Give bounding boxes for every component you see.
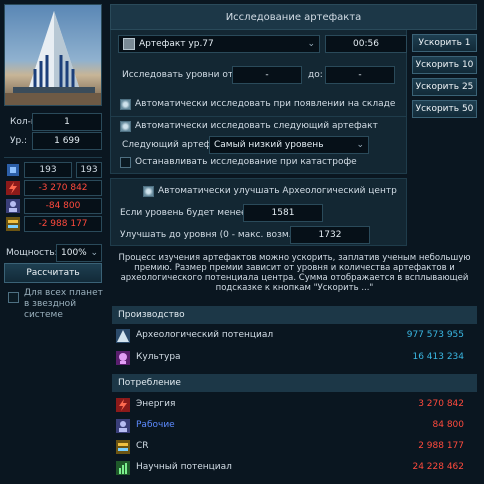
consumption-row: Научный потенциал 24 228 462 [112,457,477,479]
auto-next-label: Автоматически исследовать следующий арте… [135,121,378,131]
cr-value: -2 988 177 [24,216,102,232]
next-artifact-value: Самый низкий уровень [214,140,324,150]
levels-from-input[interactable]: - [232,66,302,84]
count-field: 1 [32,113,102,131]
energy-icon [116,398,130,412]
levels-to-input[interactable]: - [325,66,395,84]
stop-on-disaster-label: Останавливать исследование при катастроф… [135,157,357,167]
building-image [4,4,102,106]
consumption-name: CR [136,441,149,451]
levels-from-label: Исследовать уровни от: [122,70,237,80]
res-b-value: 193 [76,162,102,178]
speedup-50-button[interactable]: Ускорить 50 [412,100,477,118]
artifact-icon [123,38,135,50]
res-a-value: 193 [24,162,72,178]
culture-icon [116,351,130,365]
consumption-value: 24 228 462 [412,462,464,472]
energy-value: -3 270 842 [24,180,102,196]
puzzle-icon [6,163,20,177]
upgrade-to-label: Улучшать до уровня (0 - макс. возм.): [120,230,299,240]
artifact-name: Артефакт ур.77 [139,39,214,49]
workers-value: -84 800 [24,198,102,214]
consumption-row: Энергия 3 270 842 [112,394,477,416]
production-row: Археологический потенциал 977 573 955 [112,325,477,347]
all-planets-checkbox[interactable] [8,292,19,303]
stop-on-disaster-checkbox[interactable] [120,157,131,168]
science-icon [116,461,130,475]
energy-row: -3 270 842 [4,180,102,196]
consumption-value: 2 988 177 [418,441,464,451]
production-name: Культура [136,352,181,362]
production-row: Культура 16 413 234 [112,347,477,369]
chevron-down-icon: ⌄ [356,140,364,150]
artifact-select[interactable]: Артефакт ур.77 ⌄ [118,35,320,53]
consumption-header: Потребление [112,374,477,392]
consumption-name: Научный потенциал [136,462,232,472]
res-pair-row: 193 193 [4,162,102,178]
production-value: 977 573 955 [406,330,464,340]
power-value: 100% [61,248,87,258]
next-artifact-select[interactable]: Самый низкий уровень ⌄ [209,136,369,154]
archaeology-icon [116,329,130,343]
auto-upgrade-label: Автоматически улучшать Археологический ц… [158,186,397,196]
energy-icon [6,181,20,195]
consumption-value: 84 800 [432,420,465,430]
cr-row: -2 988 177 [4,216,102,232]
speedup-1-button[interactable]: Ускорить 1 [412,34,477,52]
speedup-25-button[interactable]: Ускорить 25 [412,78,477,96]
speedup-10-button[interactable]: Ускорить 10 [412,56,477,74]
consumption-row: CR 2 988 177 [112,436,477,458]
workers-row: -84 800 [4,198,102,214]
auto-next-checkbox[interactable] [120,121,131,132]
auto-on-arrival-checkbox[interactable] [120,99,131,110]
workers-icon [6,199,20,213]
production-name: Археологический потенциал [136,330,274,340]
cr-icon [6,217,20,231]
power-select[interactable]: 100% ⌄ [56,244,102,262]
consumption-name: Энергия [136,399,176,409]
artifact-timer: 00:56 [325,35,407,53]
if-level-label: Если уровень будет менее: [120,208,250,218]
if-level-input[interactable]: 1581 [243,204,323,222]
levels-to-label: до: [308,70,323,80]
all-planets-label: Для всех планет в звездной системе [24,288,103,320]
consumption-value: 3 270 842 [418,399,464,409]
power-label: Мощность: [6,248,58,258]
production-header: Производство [112,306,477,324]
auto-on-arrival-label: Автоматически исследовать при появлении … [135,99,396,109]
upgrade-to-input[interactable]: 1732 [290,226,370,244]
level-field: 1 699 [32,132,102,150]
page-title: Исследование артефакта [110,4,477,30]
cr-icon [116,440,130,454]
info-text: Процесс изучения артефактов можно ускори… [118,253,471,293]
chevron-down-icon: ⌄ [90,248,98,258]
auto-upgrade-checkbox[interactable] [143,186,154,197]
consumption-name: Рабочие [136,420,175,430]
level-label: Ур.: [10,136,28,146]
production-value: 16 413 234 [412,352,464,362]
chevron-down-icon: ⌄ [307,39,315,49]
consumption-row: Рабочие 84 800 [112,415,477,437]
calculate-button[interactable]: Рассчитать [4,263,102,283]
workers-icon [116,419,130,433]
